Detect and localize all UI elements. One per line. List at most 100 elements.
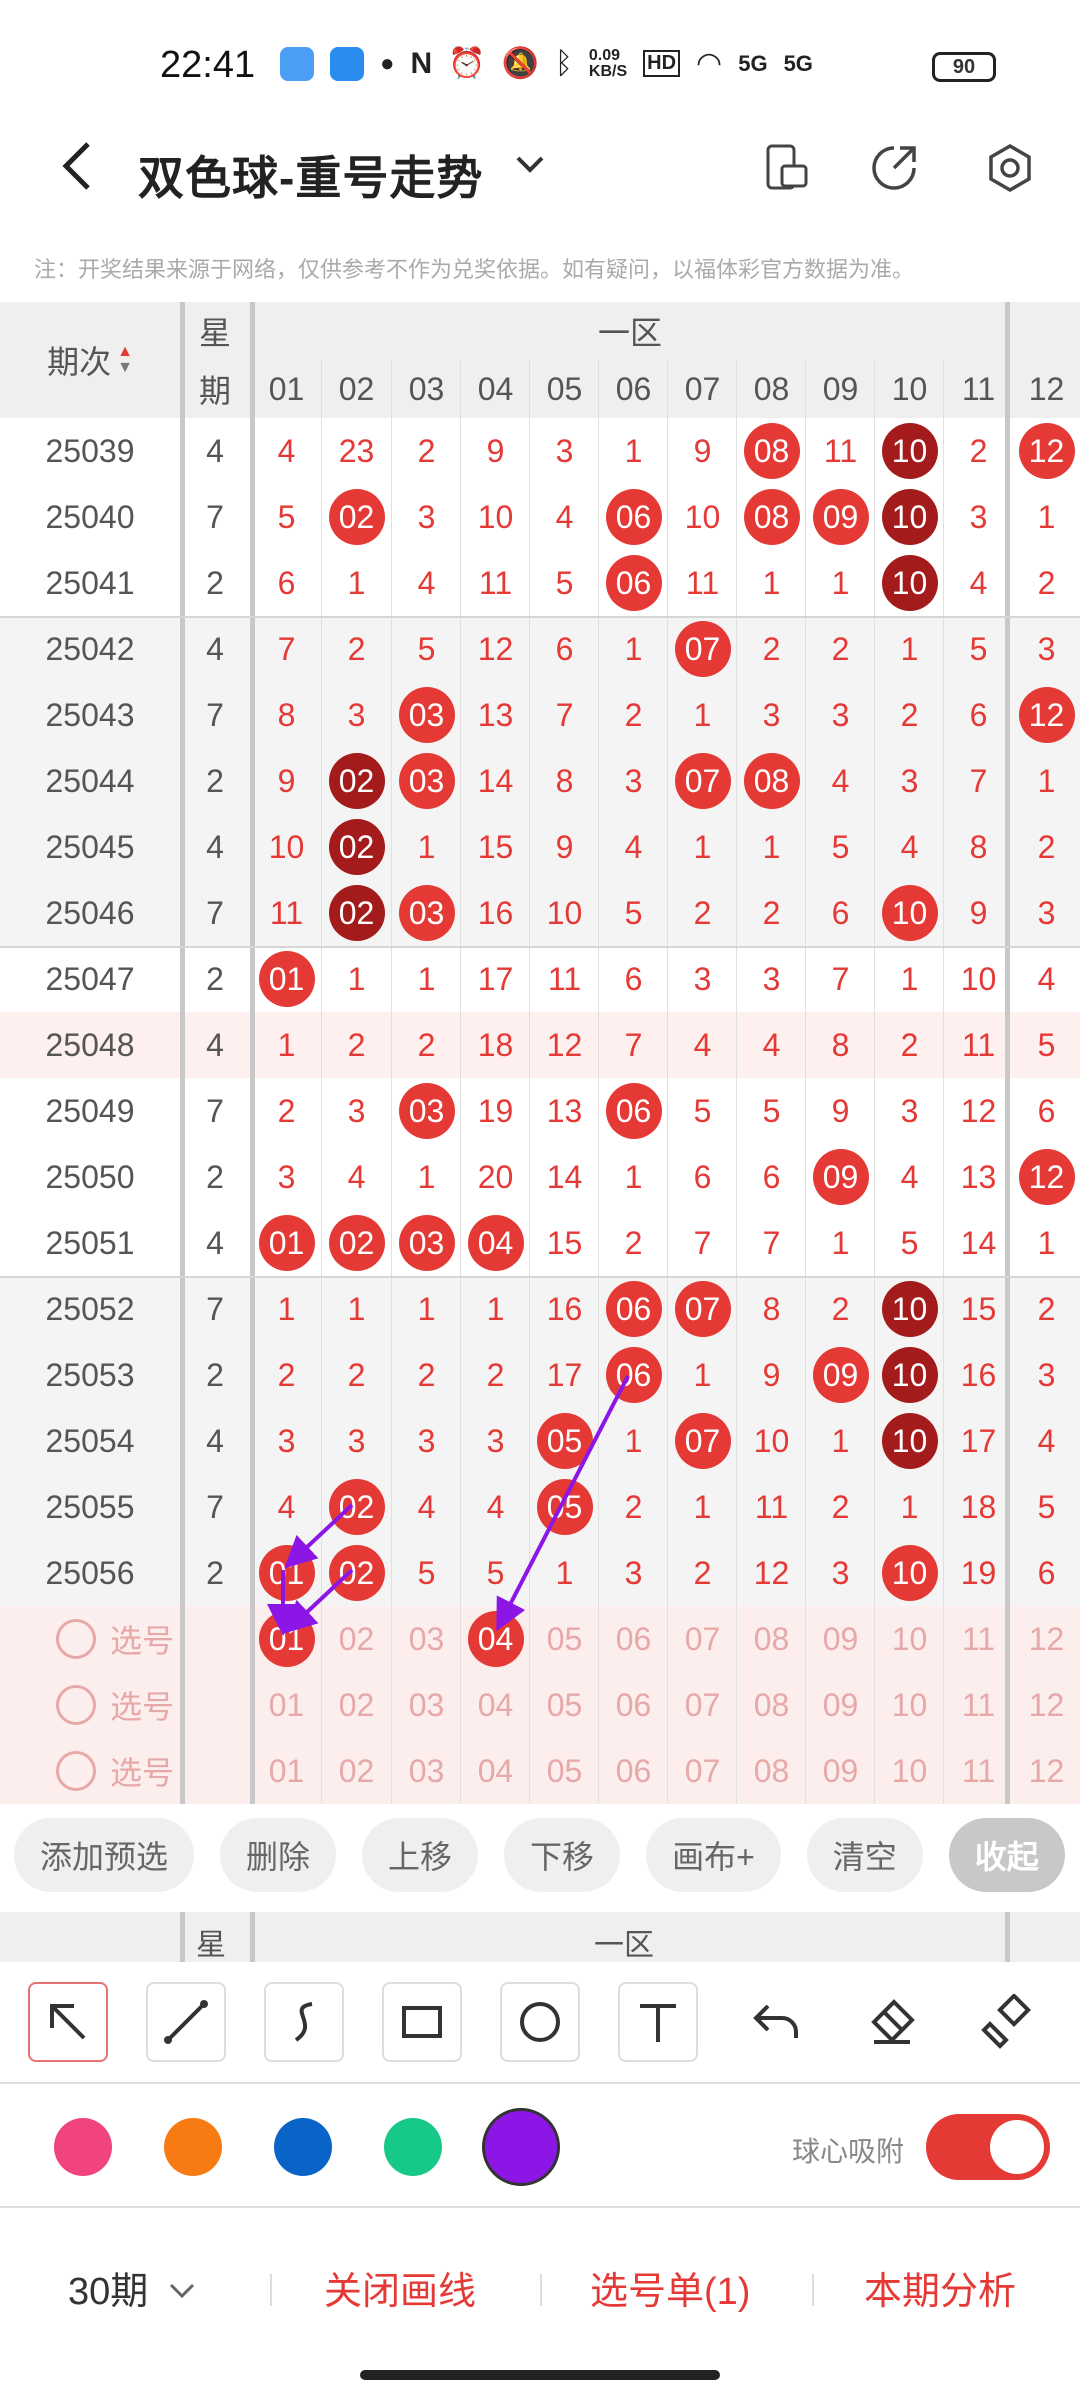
pick-cell[interactable]: 06 xyxy=(599,1606,668,1672)
pick-cell[interactable]: 12 xyxy=(1012,1606,1080,1672)
action-chip[interactable]: 画布+ xyxy=(646,1818,781,1892)
drawn-ball[interactable]: 02 xyxy=(328,819,385,875)
pick-cell[interactable]: 11 xyxy=(944,1738,1013,1804)
pick-cell[interactable]: 10 xyxy=(875,1606,944,1672)
drawn-ball[interactable]: 02 xyxy=(328,885,385,941)
pick-cell-selected[interactable]: 01 xyxy=(252,1606,321,1672)
drawn-ball[interactable]: 10 xyxy=(881,423,938,479)
col-period-header[interactable]: 期次 ▲ ▼ xyxy=(0,302,180,418)
action-chip[interactable]: 上移 xyxy=(362,1818,479,1892)
settings-icon[interactable] xyxy=(984,142,1036,199)
screen-rotate-icon[interactable] xyxy=(760,142,812,199)
pick-cell[interactable]: 04 xyxy=(461,1672,530,1738)
drawn-ball[interactable]: 08 xyxy=(743,489,800,545)
drawn-ball[interactable]: 07 xyxy=(674,1413,731,1469)
action-chip[interactable]: 删除 xyxy=(220,1818,337,1892)
drawn-ball[interactable]: 01 xyxy=(258,1215,315,1271)
pick-cell[interactable]: 07 xyxy=(668,1672,737,1738)
drawn-ball[interactable]: 10 xyxy=(881,1281,938,1337)
drawn-ball[interactable]: 12 xyxy=(1018,423,1075,479)
clear-brush-icon[interactable] xyxy=(968,1982,1048,2062)
drawn-ball[interactable]: 03 xyxy=(398,1083,455,1139)
action-chip[interactable]: 清空 xyxy=(806,1818,923,1892)
select-arrow-icon[interactable] xyxy=(28,1982,108,2062)
pick-row-selector[interactable]: 选号 xyxy=(56,1672,196,1738)
drawn-ball[interactable]: 02 xyxy=(328,489,385,545)
eraser-icon[interactable] xyxy=(852,1982,932,2062)
pick-cell[interactable]: 03 xyxy=(392,1672,461,1738)
pick-cell[interactable]: 05 xyxy=(530,1738,599,1804)
pick-row-selector[interactable]: 选号 xyxy=(56,1606,196,1672)
rectangle-tool-icon[interactable] xyxy=(382,1982,462,2062)
period-selector[interactable]: 30期 xyxy=(68,2260,197,2315)
chevron-down-icon[interactable] xyxy=(512,146,548,191)
sort-icon[interactable]: ▲ ▼ xyxy=(117,344,133,376)
pick-row-selector[interactable]: 选号 xyxy=(56,1738,196,1804)
drawn-ball[interactable]: 12 xyxy=(1018,1149,1075,1205)
pick-cell[interactable]: 01 xyxy=(252,1672,321,1738)
drawn-ball[interactable]: 02 xyxy=(328,1215,385,1271)
curve-tool-icon[interactable] xyxy=(264,1982,344,2062)
drawn-ball[interactable]: 09 xyxy=(812,1347,869,1403)
drawn-ball[interactable]: 07 xyxy=(674,1281,731,1337)
pick-cell[interactable]: 02 xyxy=(322,1738,391,1804)
drawn-ball[interactable]: 03 xyxy=(398,885,455,941)
snap-toggle[interactable] xyxy=(926,2114,1050,2180)
drawn-ball[interactable]: 05 xyxy=(536,1479,593,1535)
drawn-ball[interactable]: 09 xyxy=(812,489,869,545)
action-chip[interactable]: 添加预选 xyxy=(14,1818,195,1892)
pick-list-button[interactable]: 选号单(1) xyxy=(590,2260,750,2315)
pick-cell[interactable]: 08 xyxy=(737,1606,806,1672)
pick-cell[interactable]: 09 xyxy=(806,1672,875,1738)
drawn-ball[interactable]: 01 xyxy=(258,1545,315,1601)
page-title[interactable]: 双色球-重号走势 xyxy=(138,142,483,208)
drawn-ball[interactable]: 10 xyxy=(881,1413,938,1469)
color-purple-selected[interactable] xyxy=(482,2108,560,2186)
drawn-ball[interactable]: 10 xyxy=(881,885,938,941)
drawn-ball[interactable]: 06 xyxy=(605,489,662,545)
drawn-ball[interactable]: 10 xyxy=(881,555,938,611)
share-icon[interactable] xyxy=(868,142,920,199)
pick-cell[interactable]: 12 xyxy=(1012,1672,1080,1738)
pick-cell[interactable]: 09 xyxy=(806,1606,875,1672)
radio-circle-icon[interactable] xyxy=(56,1751,96,1791)
action-chip[interactable]: 收起 xyxy=(948,1818,1065,1892)
period-analysis-button[interactable]: 本期分析 xyxy=(864,2260,1016,2315)
drawn-ball[interactable]: 10 xyxy=(881,489,938,545)
pick-cell[interactable]: 10 xyxy=(875,1672,944,1738)
pick-cell[interactable]: 07 xyxy=(668,1606,737,1672)
picked-ball[interactable]: 04 xyxy=(467,1611,524,1667)
pick-cell[interactable]: 01 xyxy=(252,1738,321,1804)
color-green[interactable] xyxy=(384,2118,442,2176)
undo-icon[interactable] xyxy=(736,1982,816,2062)
pick-cell[interactable]: 11 xyxy=(944,1606,1013,1672)
drawn-ball[interactable]: 09 xyxy=(812,1149,869,1205)
pick-cell[interactable]: 06 xyxy=(599,1672,668,1738)
drawn-ball[interactable]: 03 xyxy=(398,687,455,743)
pick-cell[interactable]: 05 xyxy=(530,1672,599,1738)
drawn-ball[interactable]: 02 xyxy=(328,1479,385,1535)
pick-cell-selected[interactable]: 04 xyxy=(461,1606,530,1672)
line-tool-icon[interactable] xyxy=(146,1982,226,2062)
drawn-ball[interactable]: 10 xyxy=(881,1545,938,1601)
radio-circle-icon[interactable] xyxy=(56,1619,96,1659)
back-icon[interactable] xyxy=(50,136,110,196)
drawn-ball[interactable]: 06 xyxy=(605,1083,662,1139)
pick-cell[interactable]: 02 xyxy=(322,1606,391,1672)
pick-cell[interactable]: 07 xyxy=(668,1738,737,1804)
color-orange[interactable] xyxy=(164,2118,222,2176)
drawn-ball[interactable]: 04 xyxy=(467,1215,524,1271)
color-blue[interactable] xyxy=(274,2118,332,2176)
drawn-ball[interactable]: 10 xyxy=(881,1347,938,1403)
drawn-ball[interactable]: 12 xyxy=(1018,687,1075,743)
drawn-ball[interactable]: 05 xyxy=(536,1413,593,1469)
color-pink[interactable] xyxy=(54,2118,112,2176)
pick-cell[interactable]: 03 xyxy=(392,1738,461,1804)
radio-circle-icon[interactable] xyxy=(56,1685,96,1725)
picked-ball[interactable]: 01 xyxy=(258,1611,315,1667)
pick-cell[interactable]: 11 xyxy=(944,1672,1013,1738)
pick-cell[interactable]: 08 xyxy=(737,1672,806,1738)
drawn-ball[interactable]: 06 xyxy=(605,1281,662,1337)
drawn-ball[interactable]: 06 xyxy=(605,1347,662,1403)
pick-cell[interactable]: 06 xyxy=(599,1738,668,1804)
